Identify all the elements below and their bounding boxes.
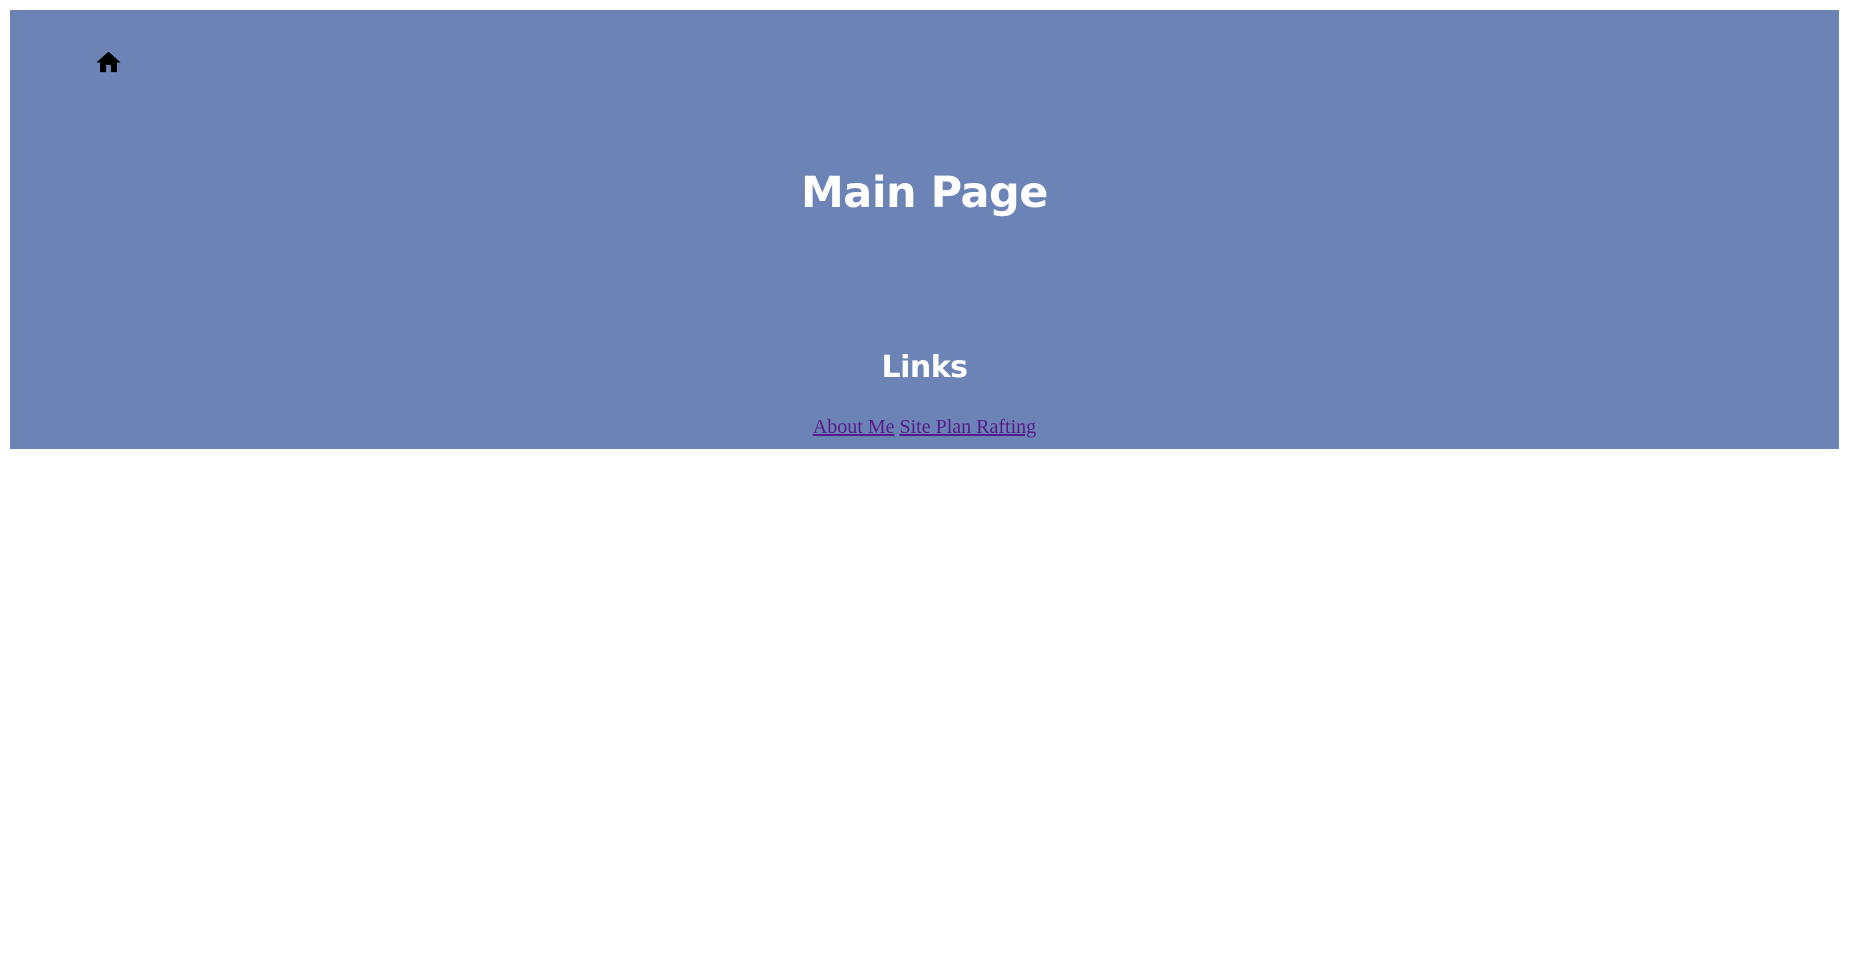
about-me-link[interactable]: About Me bbox=[813, 416, 895, 438]
links-heading: Links bbox=[881, 350, 968, 385]
home-icon bbox=[94, 48, 123, 77]
page-title: Main Page bbox=[801, 168, 1048, 218]
links-nav: About Me Site Plan Rafting bbox=[10, 412, 1839, 442]
site-plan-rafting-link[interactable]: Site Plan Rafting bbox=[900, 416, 1037, 438]
home-link[interactable] bbox=[84, 38, 132, 86]
hero-section: Main Page Links About Me Site Plan Rafti… bbox=[10, 10, 1839, 449]
